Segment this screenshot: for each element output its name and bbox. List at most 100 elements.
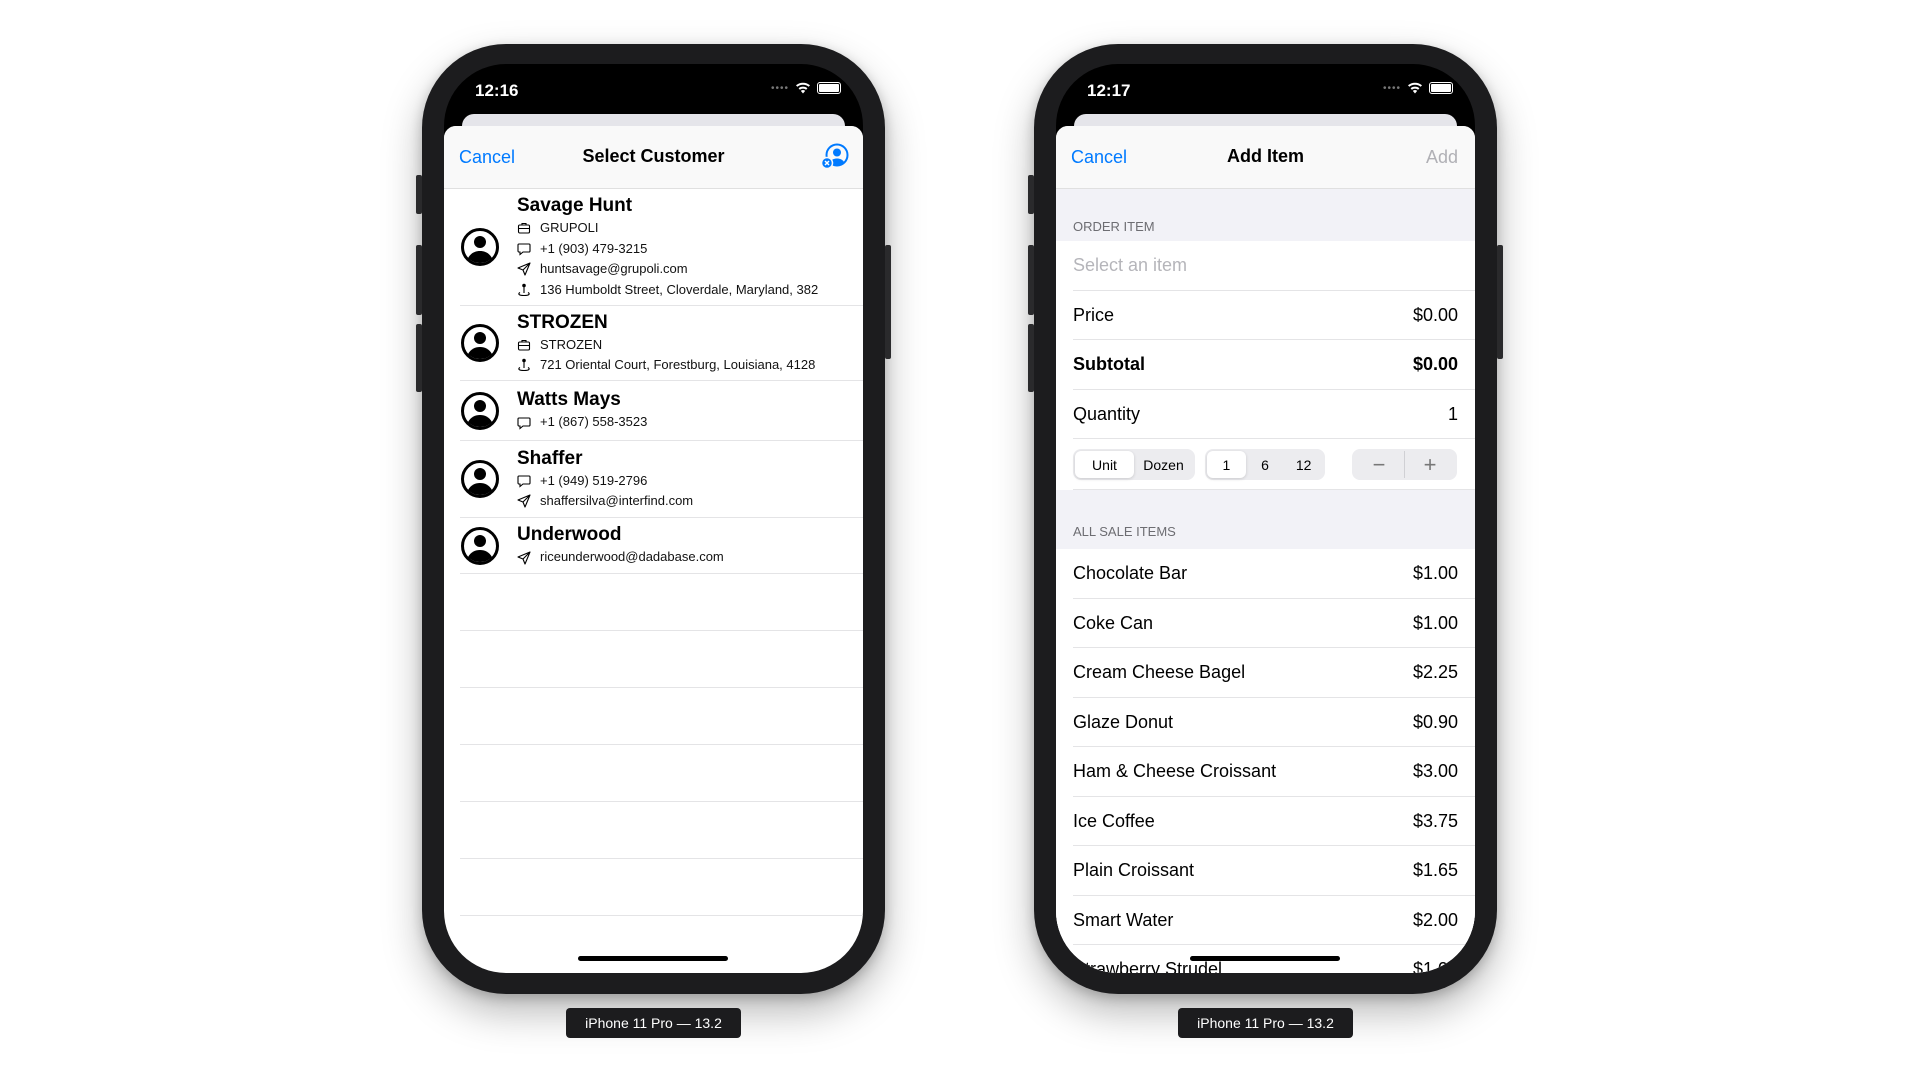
volume-up-button [416,245,422,315]
person-circle-icon [461,526,499,565]
section-header-label: ORDER ITEM [1073,219,1155,234]
nav-bar: Cancel Add Item Add [1056,126,1475,189]
battery-icon [1429,82,1453,94]
mappin-icon [518,283,530,296]
sale-item-name: Ice Coffee [1073,810,1155,831]
page-title: Add Item [1226,146,1304,166]
sale-item-row[interactable]: Chocolate Bar $1.00 [1056,549,1475,599]
notch [536,64,771,98]
customer-row[interactable]: Shaffer +1 (949) 519-2796 shaffersilva@int… [460,441,863,518]
empty-row [460,802,863,859]
device-label-left: iPhone 11 Pro — 13.2 [566,1008,741,1038]
battery-icon [817,82,841,94]
customer-detail-text: 136 Humboldt Street, Cloverdale, Marylan… [540,281,819,297]
customer-name: Shaffer [517,447,583,469]
sale-item-price: $1.00 [1412,563,1458,584]
customer-detail: 136 Humboldt Street, Cloverdale, Marylan… [517,280,818,301]
customer-info: Watts Mays +1 (867) 558-3523 [517,388,647,433]
sale-item-row[interactable]: Ice Coffee $3.75 [1056,796,1475,846]
customer-detail-text: GRUPOLI [540,220,599,235]
signal-icon: •••• [770,82,789,94]
sale-item-row[interactable]: Coke Can $1.00 [1056,598,1475,648]
sale-item-name: Glaze Donut [1073,711,1174,732]
section-header-label: ALL SALE ITEMS [1073,524,1176,539]
customer-row[interactable]: Watts Mays +1 (867) 558-3523 [460,381,863,441]
segment-6[interactable]: 6 [1246,451,1285,478]
status-time: 12:16 [475,81,519,100]
device-frame-left: 12:16 •••• Cancel Select Customer Savage… [416,44,891,994]
select-item-field[interactable]: Select an item [1056,241,1475,291]
stepper-plus-button[interactable]: + [1404,451,1455,478]
mute-switch [1028,175,1034,214]
customer-detail: riceunderwood@dadabase.com [517,547,724,568]
sale-item-row[interactable]: Plain Croissant $1.65 [1056,846,1475,896]
person-circle-with-x-icon[interactable] [821,143,849,171]
sale-item-name: Ham & Cheese Croissant [1073,761,1277,782]
customer-name: Watts Mays [517,389,621,411]
message-icon [517,416,531,430]
sale-item-row[interactable]: Smart Water $2.00 [1056,895,1475,945]
briefcase-icon [517,339,531,351]
customer-detail: +1 (903) 479-3215 [517,239,818,260]
sale-item-name: Strawberry Strudel [1073,959,1223,973]
sale-item-name: Plain Croissant [1073,860,1195,881]
sale-item-price: $3.75 [1412,810,1458,831]
person-circle-icon [461,228,499,266]
customer-row[interactable]: Savage Hunt GRUPOLI +1 (903) 479-3215 hunts… [460,189,863,306]
home-indicator[interactable] [1190,956,1340,961]
customer-row[interactable]: STROZEN STROZEN 721 Oriental Court, Forest… [460,306,863,381]
stepper-minus-button[interactable]: − [1354,451,1404,478]
mappin-icon [518,358,530,372]
empty-row [460,745,863,802]
customer-detail-text: shaffersilva@interfind.com [540,493,694,508]
price-row: Price $0.00 [1056,290,1475,340]
notch [1148,64,1383,98]
sale-item-price: $3.00 [1412,761,1458,782]
customer-detail: +1 (867) 558-3523 [517,412,647,433]
count-segmented-control: 1 6 12 [1205,449,1325,480]
add-item-sheet: Cancel Add Item Add ORDER ITEM Select an… [1056,126,1475,973]
sale-item-name: Coke Can [1073,612,1154,633]
sale-items-list: Chocolate Bar $1.00 Coke Can $1.00 Cream Che… [1056,549,1475,973]
sale-item-price: $1.00 [1412,959,1458,973]
subtotal-label: Subtotal [1073,354,1145,375]
home-indicator[interactable] [578,956,728,961]
paperplane-icon [517,494,531,508]
select-item-placeholder: Select an item [1073,255,1188,276]
empty-row [460,631,863,688]
status-time: 12:17 [1087,81,1131,100]
customer-detail: +1 (949) 519-2796 [517,471,693,492]
device-frame-right: 12:17 •••• Cancel Add Item Add ORDER ITE… [1028,44,1503,994]
status-icons: •••• [1383,82,1453,94]
sale-item-row[interactable]: Cream Cheese Bagel $2.25 [1056,648,1475,698]
sale-item-name: Chocolate Bar [1073,563,1188,584]
segment-1[interactable]: 1 [1207,451,1246,478]
customer-detail-text: +1 (867) 558-3523 [540,414,648,430]
sale-item-price: $2.00 [1412,909,1458,930]
customer-row[interactable]: Underwood riceunderwood@dadabase.com [460,518,863,574]
add-button[interactable]: Add [1426,147,1458,168]
unit-segmented-control: Unit Dozen [1073,449,1195,480]
quantity-row: Quantity 1 [1056,389,1475,439]
customer-detail-text: +1 (903) 479-3215 [540,240,648,256]
customer-detail: huntsavage@grupoli.com [517,259,818,280]
segment-unit[interactable]: Unit [1075,451,1134,478]
segment-dozen[interactable]: Dozen [1134,451,1193,478]
price-value: $0.00 [1412,304,1458,325]
segment-12[interactable]: 12 [1284,451,1323,478]
customer-detail-text: huntsavage@grupoli.com [540,261,688,276]
sale-item-row[interactable]: Glaze Donut $0.90 [1056,697,1475,747]
quantity-value: 1 [1447,403,1458,424]
sale-item-row[interactable]: Ham & Cheese Croissant $3.00 [1056,747,1475,797]
customer-detail-text: STROZEN [540,336,603,352]
customer-list: Savage Hunt GRUPOLI +1 (903) 479-3215 hunts… [444,189,863,916]
customer-detail-text: +1 (949) 519-2796 [540,472,648,488]
wifi-icon [796,82,810,94]
customer-info: STROZEN STROZEN 721 Oriental Court, Forest… [517,311,815,376]
select-customer-sheet: Cancel Select Customer Savage Hunt GRUPOL… [444,126,863,973]
message-icon [517,243,531,256]
person-circle-icon [461,391,499,430]
quantity-controls-row: Unit Dozen 1 6 12 − + [1056,439,1475,490]
sale-item-name: Cream Cheese Bagel [1073,662,1246,683]
screen: 12:16 •••• Cancel Select Customer Savage… [444,64,863,973]
